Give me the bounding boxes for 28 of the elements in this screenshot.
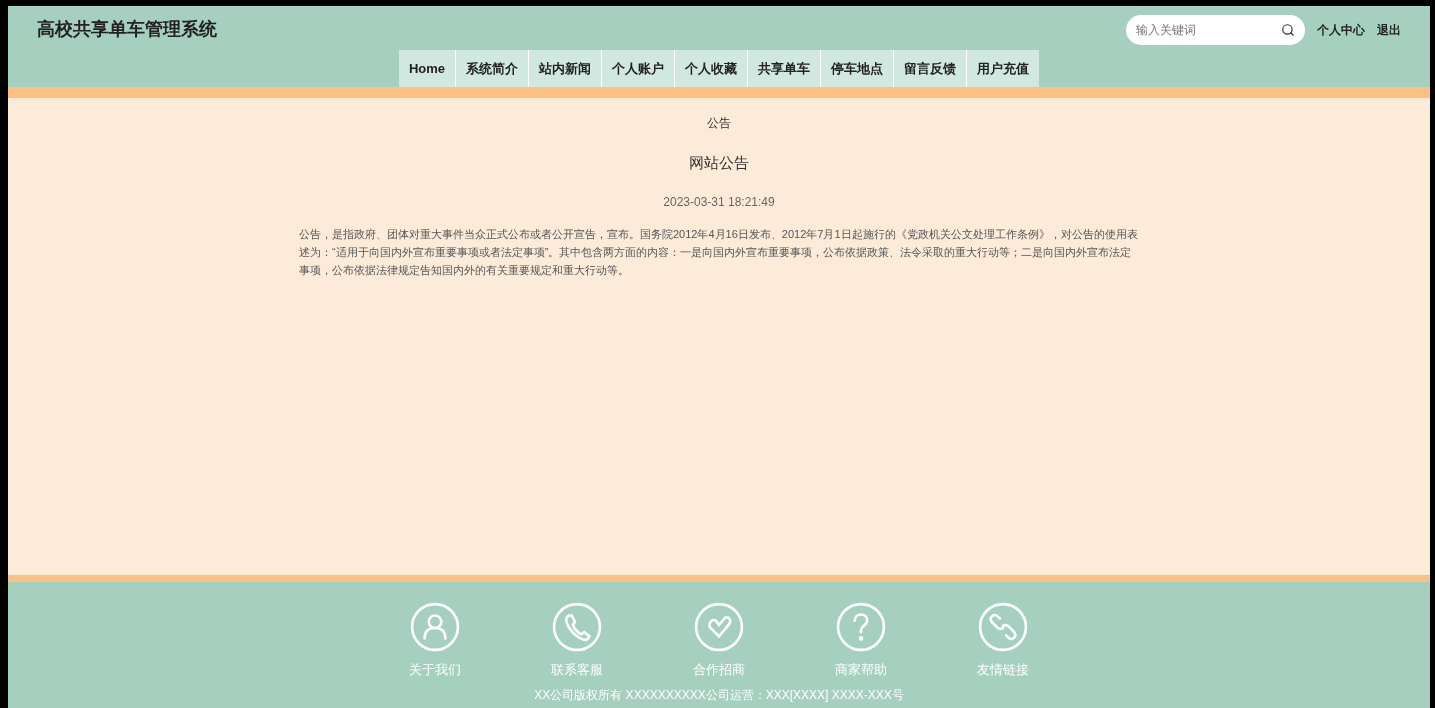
footer-label: 商家帮助: [835, 661, 887, 679]
phone-icon: [552, 602, 602, 652]
footer-label: 合作招商: [693, 661, 745, 679]
article-date: 2023-03-31 18:21:49: [663, 193, 775, 211]
nav-tab[interactable]: 站内新闻: [528, 50, 602, 87]
nav-tab[interactable]: 用户充值: [966, 50, 1040, 87]
footer-label: 关于我们: [409, 661, 461, 679]
header-link[interactable]: 退出: [1377, 20, 1401, 39]
article-body: 公告，是指政府、团体对重大事件当众正式公布或者公开宣告，宣布。国务院2012年4月16日发布、2012年7月1日起施行的《党政机关公文处理工作条例》，对公告的使用表述为：“适用于向国内外宣布重要事项或者法定事项”。其中包含两方面的内容：一是向国内外宣布重要事项，公布依据政策、法令采取的重大行动等；二是向国内外宣布法定事项，公布依据法律规定告知国内外的有关重要规定和重大行动等。: [299, 226, 1139, 278]
nav-tab[interactable]: 系统简介: [455, 50, 529, 87]
question-icon: [836, 602, 886, 652]
nav-tab[interactable]: 共享单车: [747, 50, 821, 87]
section-label: 公告: [707, 115, 731, 132]
search-field[interactable]: 输入关键词: [1126, 14, 1305, 45]
copyright-text: XX公司版权所有 XXXXXXXXXX公司运营：XXX[XXXX] XXXX-XXX号: [534, 686, 904, 704]
nav-tab[interactable]: 个人收藏: [674, 50, 748, 87]
footer-label: 友情链接: [977, 661, 1029, 679]
footer-label: 联系客服: [551, 661, 603, 679]
header-link[interactable]: 个人中心: [1317, 20, 1365, 39]
nav-tab[interactable]: 个人账户: [601, 50, 675, 87]
nav-tab[interactable]: Home: [398, 50, 456, 87]
person-icon: [410, 602, 460, 652]
link-icon: [978, 602, 1028, 652]
search-icon[interactable]: [1281, 22, 1295, 37]
nav-tab[interactable]: 停车地点: [820, 50, 894, 87]
article-title: 网站公告: [689, 153, 749, 173]
site-title: 高校共享单车管理系统: [37, 18, 217, 41]
nav-tab[interactable]: 留言反馈: [893, 50, 967, 87]
